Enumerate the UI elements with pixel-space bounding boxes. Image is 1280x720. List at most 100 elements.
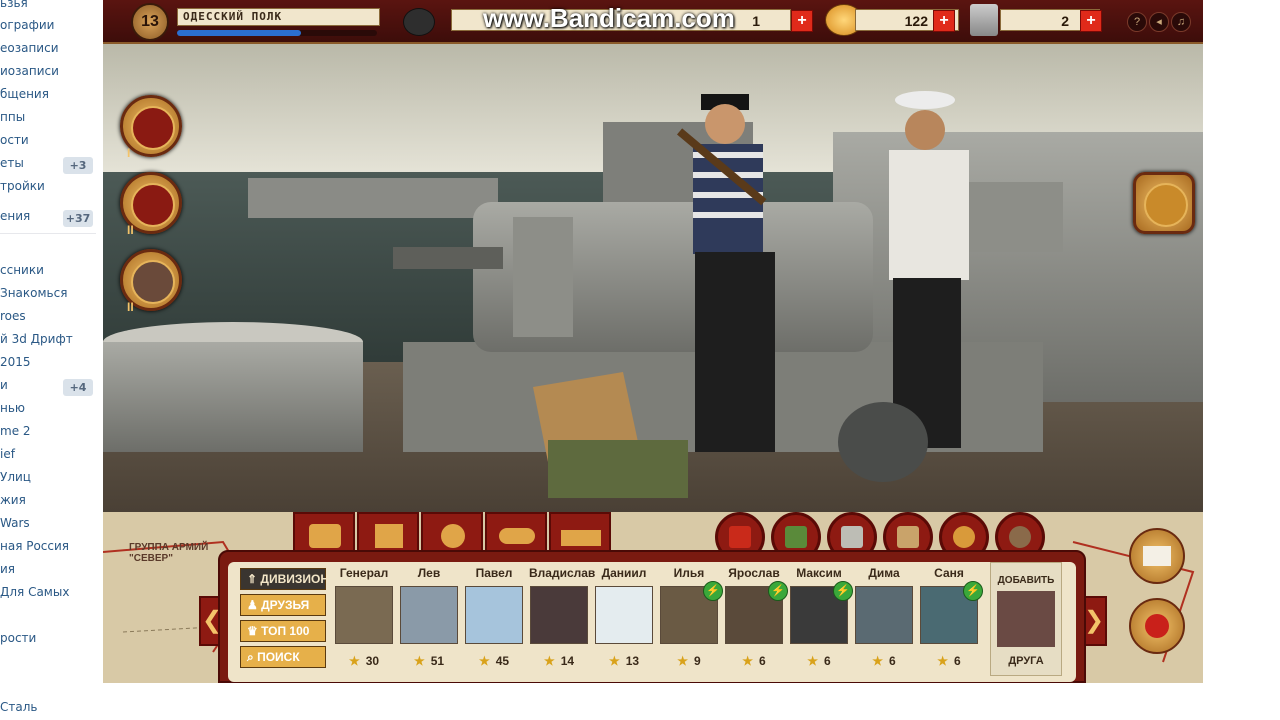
vk-app-item[interactable]: й 3d Дрифт — [0, 332, 73, 346]
vk-app-item[interactable]: Знакомься — [0, 286, 67, 300]
vk-menu-item[interactable]: ппы — [0, 110, 25, 124]
friend-avatar[interactable]: ⚡ — [790, 581, 853, 644]
friend-slot[interactable]: Даниил ★ 13 — [594, 562, 654, 674]
vk-menu-item[interactable]: ости — [0, 133, 29, 147]
soldiers-icon — [1144, 183, 1188, 227]
regiment-name[interactable]: ОДЕССКИЙ ПОЛК — [177, 8, 380, 26]
building-icon — [841, 526, 863, 548]
add-friend-title: ДОБАВИТЬ — [997, 575, 1055, 586]
soldiers-emblem[interactable] — [1133, 172, 1195, 234]
vk-app-item[interactable]: ссники — [0, 263, 44, 277]
division-tab[interactable]: ⇑ ДИВИЗИОН — [240, 568, 329, 590]
soldiers-tab-icon — [309, 524, 341, 548]
vk-menu-item[interactable]: еозаписи — [0, 41, 59, 55]
friend-slot[interactable]: Саня ⚡ ★ 6 — [919, 562, 983, 674]
friend-avatar[interactable]: ⚡ — [660, 581, 723, 644]
vk-menu-item[interactable]: ения — [0, 209, 30, 223]
game-frame[interactable]: I II II 13 ОДЕССКИЙ ПОЛК 1 + 122 + 2 + ?… — [103, 0, 1203, 683]
vk-app-item[interactable]: рости — [0, 631, 36, 645]
friend-slot[interactable]: Владислав ★ 14 — [529, 562, 596, 674]
vk-app-item[interactable]: ная Россия — [0, 539, 69, 553]
friend-slot[interactable]: Максим ⚡ ★ 6 — [789, 562, 853, 674]
vk-menu-item[interactable]: тройки — [0, 179, 45, 193]
music-button[interactable]: ♫ — [1171, 12, 1191, 32]
coins-add-button[interactable]: + — [933, 10, 955, 32]
general-portrait-icon — [1009, 526, 1031, 548]
turret-door — [513, 217, 573, 337]
vk-menu-item[interactable]: бщения — [0, 87, 49, 101]
friend-name: Максим — [796, 566, 842, 580]
friend-avatar[interactable]: ⚡ — [920, 581, 983, 644]
friend-avatar[interactable] — [530, 586, 588, 644]
friend-slot[interactable]: Дима ★ 6 — [854, 562, 914, 674]
friend-name: Саня — [934, 566, 964, 580]
star-icon: ★ — [742, 654, 754, 668]
sound-button[interactable]: ◂ — [1149, 12, 1169, 32]
vk-menu-item[interactable]: еты — [0, 156, 24, 170]
help-button[interactable]: ? — [1127, 12, 1147, 32]
vk-app-item[interactable]: нью — [0, 401, 25, 415]
friend-level: ★ 6 — [854, 654, 914, 668]
crosshair-icon — [131, 183, 175, 227]
friend-name: Илья — [673, 566, 705, 580]
friend-level-value: 51 — [430, 654, 445, 668]
vk-app-item[interactable]: Wars — [0, 516, 30, 530]
mail-button[interactable] — [1129, 528, 1185, 584]
friend-slot[interactable]: Ярослав ⚡ ★ 6 — [724, 562, 788, 674]
friends-tab[interactable]: ♟ ДРУЗЬЯ — [240, 594, 326, 616]
commander-medal[interactable]: II — [120, 249, 182, 314]
vk-app-item[interactable]: и — [0, 378, 8, 392]
vk-app-item[interactable]: Улиц — [0, 470, 31, 484]
friend-slot[interactable]: Павел ★ 45 — [464, 562, 524, 674]
friend-name: Дима — [868, 566, 900, 580]
star-icon: ★ — [413, 654, 425, 668]
target-medal[interactable]: II — [120, 172, 182, 237]
order-button[interactable] — [1129, 598, 1185, 654]
vk-menu-item[interactable]: иозаписи — [0, 64, 59, 78]
backpack — [838, 402, 928, 482]
friend-level: ★ 6 — [789, 654, 849, 668]
commander-medal-level: II — [127, 300, 134, 314]
friend-slot[interactable]: Лев ★ 51 — [399, 562, 459, 674]
vk-menu-item[interactable]: ографии — [0, 18, 54, 32]
friend-level-value: 6 — [824, 654, 831, 668]
resource1-add-button[interactable]: + — [791, 10, 813, 32]
add-friend-button[interactable]: ДОБАВИТЬ ДРУГА — [990, 562, 1062, 676]
friend-name: Ярослав — [728, 566, 780, 580]
vk-app-item[interactable]: ия — [0, 562, 15, 576]
friend-name: Владислав — [529, 566, 596, 580]
vk-app-item[interactable]: Для Самых — [0, 585, 69, 599]
red-star-order-icon — [1145, 614, 1169, 638]
friend-avatar[interactable] — [335, 586, 393, 644]
search-tab[interactable]: ⌕ ПОИСК — [240, 646, 326, 668]
quest-medal-level: I — [127, 146, 131, 160]
tokens-add-button[interactable]: + — [1080, 10, 1102, 32]
friend-slot[interactable]: Генерал ★ 30 — [334, 562, 394, 674]
division-tab-label: ДИВИЗИОН — [260, 572, 329, 586]
friend-avatar[interactable] — [595, 586, 653, 644]
vk-app-item[interactable]: me 2 — [0, 424, 31, 438]
top100-tab[interactable]: ♛ ТОП 100 — [240, 620, 326, 642]
friend-avatar[interactable]: ⚡ — [725, 581, 788, 644]
friend-avatar[interactable] — [855, 586, 913, 644]
vk-app-item[interactable]: ief — [0, 447, 15, 461]
friend-level-value: 30 — [365, 654, 380, 668]
vk-app-item[interactable]: roes — [0, 309, 26, 323]
star-icon: ★ — [348, 654, 360, 668]
tank-icon — [561, 530, 601, 546]
question-badge-icon — [131, 106, 175, 150]
vk-app-item[interactable]: 2015 — [0, 355, 31, 369]
vk-app-item[interactable]: жия — [0, 493, 26, 507]
star-icon: ★ — [543, 654, 555, 668]
jerrycan-icon — [785, 526, 807, 548]
quest-medal[interactable]: I — [120, 95, 182, 160]
friend-slot[interactable]: Илья ⚡ ★ 9 — [659, 562, 723, 674]
friend-level-value: 45 — [495, 654, 510, 668]
vk-app-item[interactable]: Сталь — [0, 700, 37, 714]
friend-avatar[interactable] — [400, 586, 458, 644]
vk-menu-item[interactable]: ьзья — [0, 0, 28, 10]
game-scene[interactable] — [103, 42, 1203, 512]
friend-avatar[interactable] — [465, 586, 523, 644]
map-search-icon — [375, 524, 403, 548]
friend-name: Даниил — [601, 566, 647, 580]
